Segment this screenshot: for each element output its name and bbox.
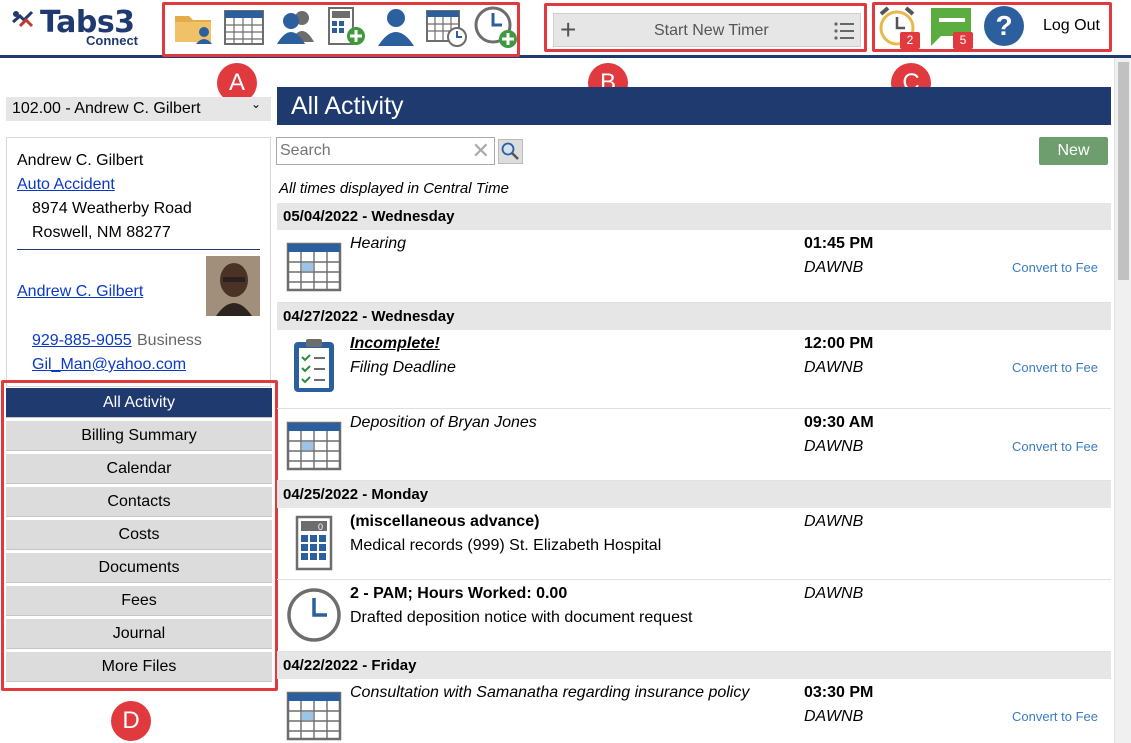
date-header: 04/27/2022 - Wednesday (277, 303, 1111, 330)
callout-d: D (111, 701, 151, 741)
search-icon (501, 142, 519, 160)
tabs3-logo[interactable]: Tabs3 Connect (10, 4, 150, 48)
cost-calculator-icon: 0 (285, 514, 345, 574)
activity-entry[interactable]: 2 - PAM; Hours Worked: 0.00 Drafted depo… (277, 580, 1111, 652)
convert-to-fee-link[interactable]: Convert to Fee (1012, 360, 1098, 375)
activity-entry[interactable]: 0 (miscellaneous advance) Medical record… (277, 508, 1111, 580)
entry-time: 03:30 PM (804, 684, 874, 701)
timezone-note: All times displayed in Central Time (279, 180, 509, 197)
callout-box-d (1, 380, 278, 691)
calendar-icon (285, 236, 345, 296)
entry-user: DAWNB (804, 708, 864, 725)
activity-entry[interactable]: Hearing 01:45 PM DAWNB Convert to Fee (277, 230, 1111, 303)
entry-title: 2 - PAM; Hours Worked: 0.00 (350, 585, 568, 602)
entry-time: 01:45 PM (804, 235, 874, 252)
entry-description: Medical records (999) St. Elizabeth Hosp… (350, 537, 662, 554)
activity-entry[interactable]: Deposition of Bryan Jones 09:30 AM DAWNB… (277, 409, 1111, 481)
chevron-down-icon: ⌄ (250, 97, 261, 111)
client-card: Andrew C. Gilbert Auto Accident 8974 Wea… (6, 137, 271, 387)
client-address-line2: Roswell, NM 88277 (32, 224, 171, 241)
convert-to-fee-link[interactable]: Convert to Fee (1012, 439, 1098, 454)
entry-time: 12:00 PM (804, 335, 874, 352)
client-email-link[interactable]: Gil_Man@yahoo.com (32, 356, 186, 374)
convert-to-fee-link[interactable]: Convert to Fee (1012, 709, 1098, 724)
scrollbar-thumb[interactable] (1118, 62, 1129, 280)
activity-entry[interactable]: Incomplete! Filing Deadline 12:00 PM DAW… (277, 330, 1111, 409)
entry-title: Consultation with Samanatha regarding in… (350, 684, 750, 701)
scrollbar[interactable] (1114, 58, 1131, 743)
entry-user: DAWNB (804, 359, 864, 376)
svg-text:0: 0 (318, 522, 323, 532)
entry-user: DAWNB (804, 259, 864, 276)
client-name: Andrew C. Gilbert (17, 152, 144, 169)
matter-link[interactable]: Auto Accident (17, 176, 115, 194)
logo-mark-icon (12, 10, 34, 28)
date-header: 04/25/2022 - Monday (277, 481, 1111, 508)
entry-title: (miscellaneous advance) (350, 513, 540, 530)
activity-entry[interactable]: Consultation with Samanatha regarding in… (277, 679, 1111, 743)
logo-subtext: Connect (86, 33, 138, 48)
entry-time: 09:30 AM (804, 414, 874, 431)
new-button[interactable]: New (1039, 137, 1108, 165)
task-status[interactable]: Incomplete! (350, 335, 440, 353)
search-input[interactable] (277, 138, 473, 164)
page-title: All Activity (277, 87, 1111, 125)
matter-select[interactable]: 102.00 - Andrew C. Gilbert ⌄ (6, 97, 271, 121)
search-button[interactable] (498, 139, 523, 164)
client-phone-link[interactable]: 929-885-9055 (32, 332, 132, 350)
calendar-icon (285, 415, 345, 475)
matter-select-value: 102.00 - Andrew C. Gilbert (12, 100, 201, 117)
callout-box-b (544, 3, 867, 52)
client-address-line1: 8974 Weatherby Road (32, 200, 192, 217)
date-header: 05/04/2022 - Wednesday (277, 203, 1111, 230)
divider (17, 249, 260, 250)
date-header: 04/22/2022 - Friday (277, 652, 1111, 679)
entry-title: Filing Deadline (350, 359, 456, 376)
client-photo (206, 256, 260, 316)
phone-type: Business (137, 332, 202, 349)
entry-title: Hearing (350, 235, 407, 252)
callout-box-c (872, 2, 1112, 52)
entry-user: DAWNB (804, 438, 864, 455)
calendar-icon (285, 685, 345, 743)
task-clipboard-icon (285, 336, 345, 396)
entry-description: Drafted deposition notice with document … (350, 609, 693, 626)
entry-user: DAWNB (804, 513, 864, 530)
fee-clock-icon (285, 586, 345, 646)
clear-search-icon[interactable]: ✕ (472, 140, 490, 162)
contact-link[interactable]: Andrew C. Gilbert (17, 283, 143, 301)
callout-box-a (162, 2, 520, 57)
entry-user: DAWNB (804, 585, 864, 602)
convert-to-fee-link[interactable]: Convert to Fee (1012, 260, 1098, 275)
search-field[interactable]: ✕ (276, 137, 495, 165)
entry-title: Deposition of Bryan Jones (350, 414, 537, 431)
